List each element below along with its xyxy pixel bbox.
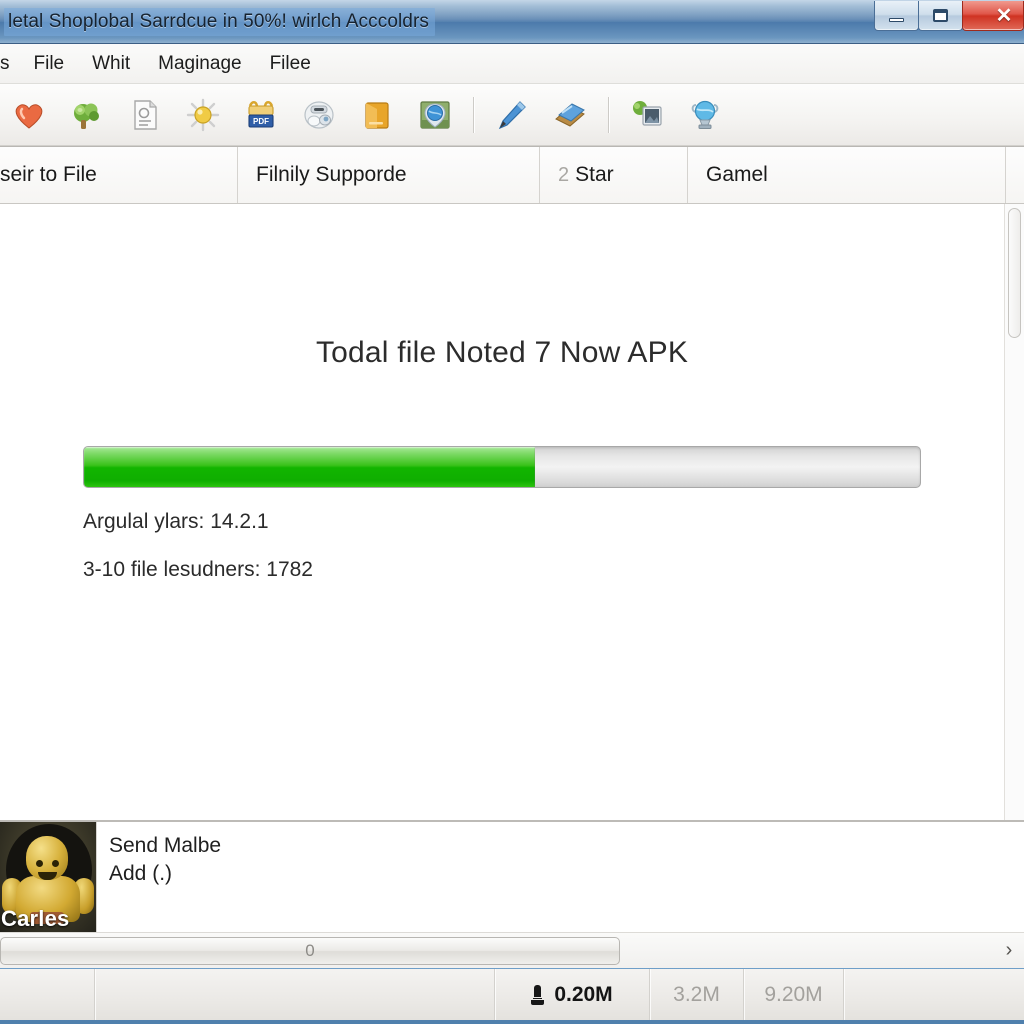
attachment-line-title: Send Malbe	[109, 834, 222, 857]
toolbar-button-sunburst[interactable]	[174, 89, 232, 141]
heart-icon	[15, 103, 43, 129]
toolbar-button-pencil[interactable]	[483, 89, 541, 141]
tab-label: Star	[575, 163, 614, 186]
menu-item-0[interactable]: s	[0, 49, 20, 79]
toolbar-button-photo-tree[interactable]	[618, 89, 676, 141]
download-panel: Todal file Noted 7 Now APK Argulal ylars…	[0, 204, 1004, 820]
toolbar-button-folder-pdf[interactable]: PDF	[232, 89, 290, 141]
menu-bar: s File Whit Maginage Filee	[0, 44, 1024, 84]
attachment-panel: Carles Send Malbe Add (.)	[0, 820, 1024, 932]
title-bar[interactable]: letal Shoplobal Sarrdcue in 50%! wirlch …	[0, 0, 1024, 44]
download-progress-fill	[84, 447, 536, 487]
download-stat-count: 3-10 file lesudners: 1782	[83, 558, 313, 581]
toolbar-separator-1	[473, 96, 474, 133]
toolbar-button-document[interactable]	[116, 89, 174, 141]
thumbnail-caption: Carles	[1, 906, 70, 931]
horizontal-scrollbar[interactable]: 0 ›	[0, 932, 1024, 968]
notebook-icon	[555, 102, 585, 127]
tab-label: Gamel	[706, 163, 768, 186]
tab-gamel[interactable]: Gamel	[688, 147, 1006, 203]
close-button[interactable]: ✕	[962, 1, 1024, 31]
window-title: letal Shoplobal Sarrdcue in 50%! wirlch …	[0, 7, 435, 36]
thumbnail-eye-left	[36, 860, 43, 867]
status-download-value: 0.20M	[554, 982, 613, 1006]
minimize-button[interactable]	[874, 1, 919, 31]
status-cell-blank-1	[0, 969, 95, 1020]
tab-label: seir to File	[0, 163, 97, 186]
toolbar-button-book-orange[interactable]	[348, 89, 406, 141]
toolbar-button-notebook[interactable]	[541, 89, 599, 141]
maximize-icon	[933, 9, 948, 22]
minimize-icon	[889, 17, 904, 22]
download-stat-version: Argulal ylars: 14.2.1	[83, 510, 269, 533]
window-title-text: letal Shoplobal Sarrdcue in 50%! wirlch …	[4, 7, 435, 36]
application-window: letal Shoplobal Sarrdcue in 50%! wirlch …	[0, 0, 1024, 1024]
tab-bar-tail	[1006, 147, 1024, 203]
download-heading: Todal file Noted 7 Now APK	[315, 336, 689, 369]
horizontal-scrollbar-track[interactable]: 0	[0, 936, 994, 966]
download-icon	[531, 984, 545, 1005]
tab-badge-count: 2	[558, 163, 570, 186]
toolbar-button-globe-map[interactable]	[406, 89, 464, 141]
tab-bar: seir to File Filnily Supporde 2 Star Gam…	[0, 146, 1024, 204]
toolbar: PDF	[0, 84, 1024, 146]
download-progress-bar	[83, 446, 921, 488]
scroll-right-arrow-icon[interactable]: ›	[994, 939, 1024, 962]
menu-item-file[interactable]: File	[20, 49, 79, 79]
attachment-details: Send Malbe Add (.)	[96, 822, 1024, 932]
tab-seir-to-file[interactable]: seir to File	[0, 147, 238, 203]
status-bar: 0.20M 3.2M 9.20M	[0, 968, 1024, 1024]
robot-icon	[304, 100, 334, 129]
tab-filnily-supporde[interactable]: Filnily Supporde	[238, 147, 540, 203]
toolbar-button-robot[interactable]	[290, 89, 348, 141]
document-icon	[134, 99, 157, 130]
vertical-scrollbar-thumb[interactable]	[1008, 208, 1021, 338]
sun-burst-icon	[186, 98, 220, 131]
vertical-scrollbar[interactable]	[1004, 204, 1024, 820]
toolbar-button-globe-trophy[interactable]	[676, 89, 734, 141]
maximize-button[interactable]	[918, 1, 963, 31]
status-cell-tertiary: 9.20M	[744, 969, 844, 1020]
status-cell-blank-3	[844, 969, 1024, 1020]
toolbar-button-tree[interactable]	[58, 89, 116, 141]
download-stats: Argulal ylars: 14.2.1 3-10 file lesudner…	[83, 510, 921, 582]
close-icon: ✕	[995, 4, 1013, 27]
tab-star[interactable]: 2 Star	[540, 147, 688, 203]
book-orange-icon	[365, 101, 389, 129]
content-wrapper: Todal file Noted 7 Now APK Argulal ylars…	[0, 204, 1024, 820]
menu-item-maginage[interactable]: Maginage	[144, 49, 255, 79]
globe-trophy-icon	[691, 100, 719, 129]
horizontal-scrollbar-thumb[interactable]: 0	[0, 936, 620, 965]
menu-item-whit[interactable]: Whit	[78, 49, 144, 79]
pencil-icon	[498, 100, 526, 129]
globe-map-icon	[420, 100, 450, 129]
attachment-line-add: Add (.)	[109, 862, 173, 886]
thumbnail-eye-right	[52, 860, 59, 867]
progress-block: Argulal ylars: 14.2.1 3-10 file lesudner…	[83, 446, 921, 606]
status-cell-blank-2	[95, 969, 495, 1020]
menu-item-filee[interactable]: Filee	[256, 49, 325, 79]
folder-pdf-icon: PDF	[248, 100, 274, 128]
attachment-thumbnail[interactable]: Carles	[0, 822, 96, 932]
status-cell-secondary: 3.2M	[650, 969, 744, 1020]
svg-text:PDF: PDF	[253, 117, 269, 126]
status-cell-download[interactable]: 0.20M	[495, 969, 650, 1020]
toolbar-button-heart[interactable]	[0, 89, 58, 141]
tab-label: Filnily Supporde	[256, 163, 407, 186]
toolbar-separator-2	[608, 96, 609, 133]
window-controls: ✕	[874, 0, 1024, 34]
tree-icon	[74, 103, 99, 129]
photo-tree-icon	[633, 100, 662, 126]
scrollbar-grip-icon: 0	[305, 940, 315, 960]
